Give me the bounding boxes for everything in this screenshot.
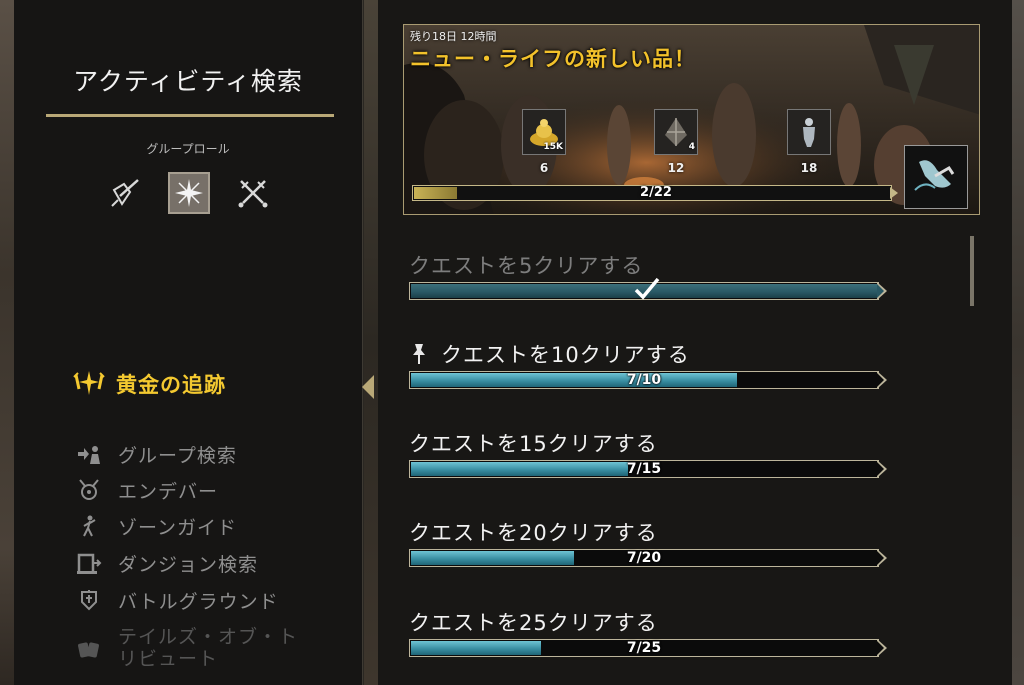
campaign-banner: 残り18日 12時間 ニュー・ライフの新しい品！ 15K 6 4 12 18 2… — [403, 24, 980, 215]
quest-name: クエストを10クリアする — [409, 339, 889, 369]
activity-golden-pursuits[interactable]: 黄金の追跡 — [72, 368, 226, 400]
activity-label: 黄金の追跡 — [116, 373, 226, 397]
zone-guide-icon — [83, 515, 96, 537]
activity-label: バトルグラウンド — [118, 590, 279, 613]
activity-battleground[interactable]: バトルグラウンド — [76, 586, 279, 614]
activity-label: エンデバー — [118, 480, 219, 503]
campaign-title: ニュー・ライフの新しい品！ — [410, 47, 696, 71]
final-reward[interactable] — [904, 145, 968, 209]
reward-quantity: 4 — [688, 142, 695, 152]
pin-icon — [413, 344, 425, 364]
quest-row[interactable]: クエストを10クリアする 7/10 — [409, 339, 889, 389]
panel-title: アクティビティ検索 — [73, 67, 303, 96]
completed-check-icon — [634, 277, 660, 300]
endeavor-icon — [79, 479, 99, 500]
activity-dungeon-finder[interactable]: ダンジョン検索 — [76, 549, 258, 577]
tales-of-tribute-icon — [78, 642, 99, 658]
quest-progress-text: 7/10 — [626, 372, 662, 388]
healer-icon — [175, 179, 203, 207]
golden-pursuits-panel: 残り18日 12時間 ニュー・ライフの新しい品！ 15K 6 4 12 18 2… — [378, 0, 1012, 685]
quest-name: クエストを25クリアする — [409, 611, 658, 635]
campaign-progress-text: 2/22 — [640, 185, 672, 200]
reward-costume[interactable] — [787, 109, 831, 155]
quest-progress-bar: 7/15 — [409, 460, 889, 478]
costume-figure-icon — [803, 118, 815, 147]
mount-leap-icon — [914, 160, 955, 191]
activity-finder-sidebar: アクティビティ検索 グループロール 黄金の追跡 グループ検索 エンデバー ゾーン… — [14, 0, 363, 685]
activity-zone-guide[interactable]: ゾーンガイド — [76, 512, 237, 540]
reward-quantity: 15K — [543, 142, 564, 152]
group-finder-icon — [78, 446, 100, 464]
role-healer-button[interactable] — [168, 172, 210, 214]
role-tank-button[interactable] — [104, 172, 146, 214]
quest-name: クエストを15クリアする — [409, 432, 658, 456]
role-damage-button[interactable] — [232, 172, 274, 214]
quest-progress-bar: 7/10 — [409, 371, 889, 389]
quest-name: クエストを20クリアする — [409, 521, 658, 545]
activity-tales-of-tribute[interactable]: テイルズ・オブ・トリビュート — [76, 626, 298, 670]
reward-milestone: 12 — [667, 161, 685, 175]
activity-label: テイルズ・オブ・トリビュート — [118, 626, 299, 670]
quest-progress-text: 7/20 — [626, 550, 662, 566]
reward-shard[interactable]: 4 — [654, 109, 698, 155]
quest-list-scrollbar[interactable] — [970, 236, 974, 306]
quest-progress-text: 7/15 — [626, 461, 662, 477]
reward-milestone: 18 — [800, 161, 818, 175]
selected-activity-indicator — [362, 375, 374, 399]
quest-progress-bar: 7/25 — [409, 639, 889, 657]
title-divider — [46, 114, 334, 117]
group-role-label: グループロール — [146, 142, 230, 156]
battleground-icon — [81, 590, 97, 611]
campaign-progress-bar: 2/22 — [412, 185, 900, 201]
time-remaining: 残り18日 12時間 — [410, 30, 497, 43]
reward-milestone: 6 — [539, 161, 549, 175]
quest-progress-bar: 7/20 — [409, 549, 889, 567]
tank-shield-sword-icon — [111, 179, 139, 207]
quest-row[interactable]: クエストを25クリアする 7/25 — [409, 607, 889, 657]
quest-row[interactable]: クエストを15クリアする 7/15 — [409, 428, 889, 478]
quest-row[interactable]: クエストを20クリアする 7/20 — [409, 517, 889, 567]
damage-crossed-swords-icon — [238, 180, 268, 208]
activity-label: ゾーンガイド — [118, 516, 238, 539]
dungeon-finder-icon — [77, 553, 102, 574]
golden-pursuits-icon — [73, 371, 105, 395]
activity-endeavor[interactable]: エンデバー — [76, 476, 218, 504]
quest-progress-bar — [409, 277, 889, 300]
background-edge-right — [1012, 0, 1024, 685]
background-edge-left — [0, 0, 14, 685]
reward-gold[interactable]: 15K — [522, 109, 566, 155]
quest-row[interactable]: クエストを5クリアする — [409, 250, 889, 300]
activity-label: ダンジョン検索 — [118, 553, 259, 576]
activity-label: グループ検索 — [118, 444, 237, 467]
quest-progress-text: 7/25 — [626, 640, 662, 656]
background-divider — [364, 0, 378, 685]
activity-group-finder[interactable]: グループ検索 — [76, 440, 237, 468]
